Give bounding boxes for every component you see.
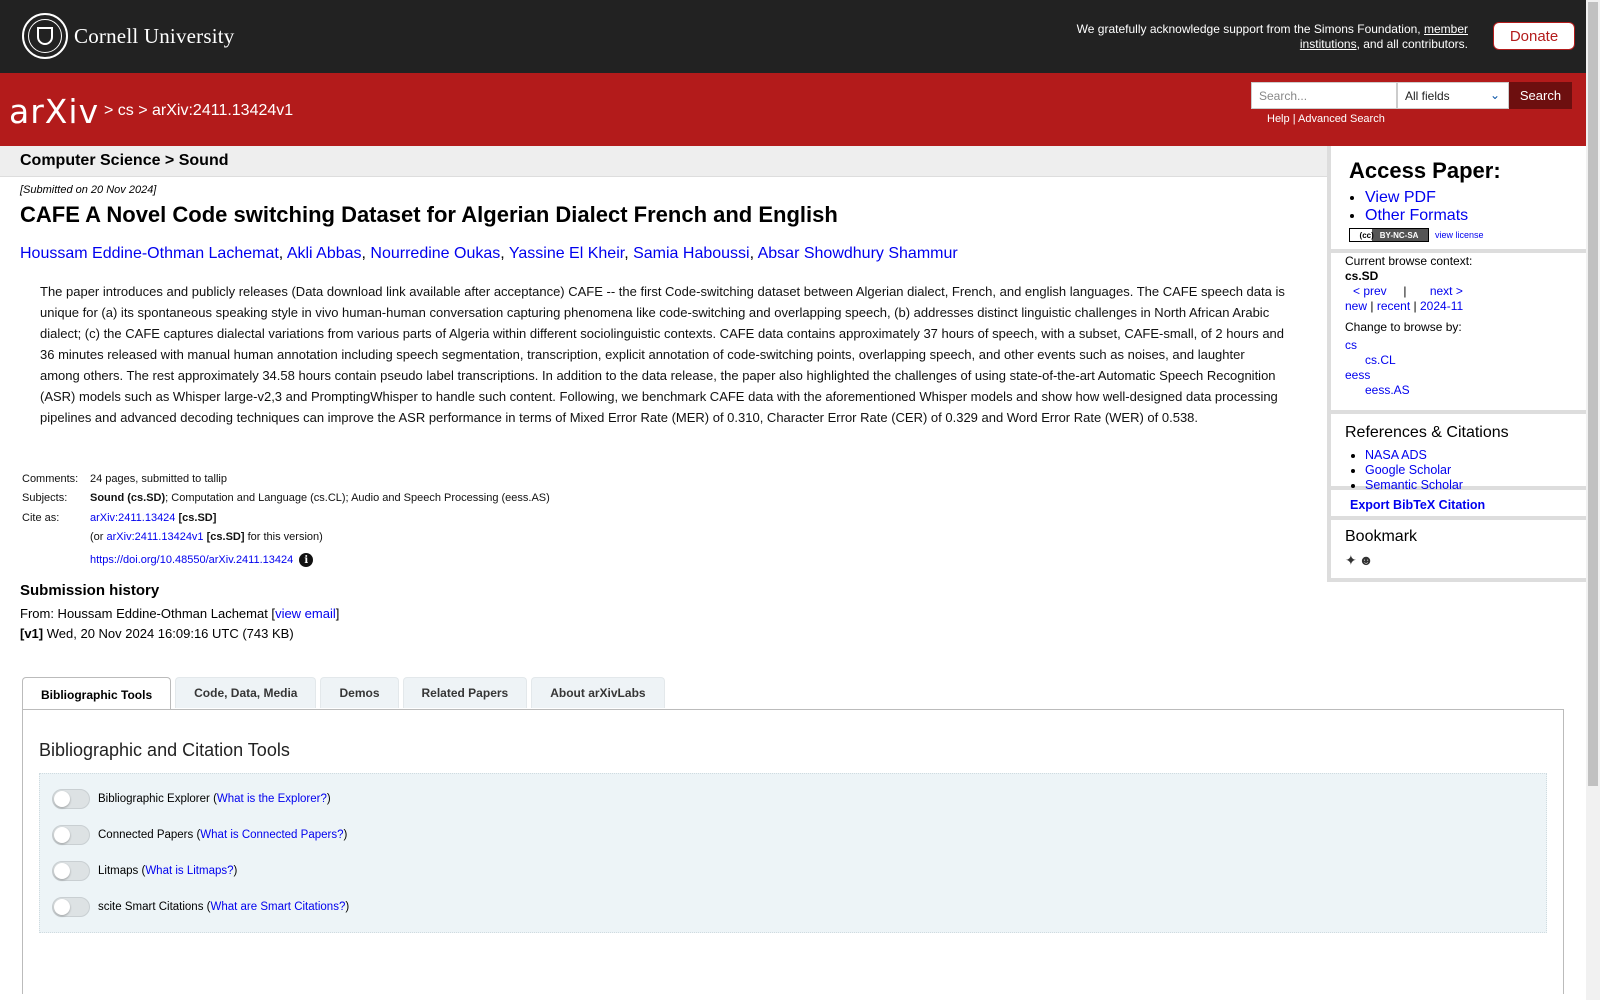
author-link[interactable]: Yassine El Kheir: [509, 245, 624, 262]
version-entry: [v1] Wed, 20 Nov 2024 16:09:16 UTC (743 …: [20, 626, 294, 641]
scrollbar[interactable]: [1586, 0, 1600, 1000]
tab-code-data-media[interactable]: Code, Data, Media: [175, 677, 317, 708]
license: (cc) BY-NC-SA view license: [1349, 228, 1484, 242]
reddit-icon[interactable]: ☻: [1359, 552, 1374, 569]
version-link[interactable]: arXiv:2411.13424v1: [107, 531, 204, 543]
tools-list: Bibliographic Explorer (What is the Expl…: [39, 773, 1547, 933]
panel-title: Bibliographic and Citation Tools: [39, 740, 290, 760]
subjects-label: Subjects:: [22, 492, 68, 505]
next-link[interactable]: next >: [1430, 284, 1463, 298]
litmaps-toggle[interactable]: [52, 861, 90, 881]
labs-tabs: Bibliographic Tools Code, Data, Media De…: [22, 677, 665, 710]
list-item: Bibliographic Explorer (What is the Expl…: [52, 788, 331, 810]
search-input[interactable]: Search...: [1251, 82, 1397, 109]
abstract: The paper introduces and publicly releas…: [40, 284, 1285, 425]
list-item: scite Smart Citations (What are Smart Ci…: [52, 896, 349, 918]
scite-toggle[interactable]: [52, 897, 90, 917]
recent-link[interactable]: recent: [1377, 299, 1410, 313]
cite-label: Cite as:: [22, 511, 60, 524]
browse-eess-link[interactable]: eess: [1345, 368, 1370, 382]
help-link[interactable]: What is Litmaps?: [145, 865, 233, 877]
author-link[interactable]: Samia Haboussi: [633, 245, 750, 262]
browse-eessas-link[interactable]: eess.AS: [1365, 383, 1410, 397]
support-text: We gratefully acknowledge support from t…: [1076, 22, 1468, 51]
authors: Houssam Eddine-Othman Lachemat, Akli Abb…: [20, 245, 958, 262]
new-link[interactable]: new: [1345, 299, 1367, 313]
author-link[interactable]: Nourredine Oukas: [370, 245, 500, 262]
google-scholar-link[interactable]: Google Scholar: [1365, 463, 1451, 477]
info-icon[interactable]: i: [299, 553, 314, 568]
search-button[interactable]: Search: [1509, 82, 1572, 109]
browse-cscl-link[interactable]: cs.CL: [1365, 353, 1396, 367]
bookmark-title: Bookmark: [1345, 528, 1418, 545]
tab-panel: Bibliographic and Citation Tools Bibliog…: [22, 709, 1564, 994]
subject-header: Computer Science > Sound: [0, 146, 1327, 177]
nasa-ads-link[interactable]: NASA ADS: [1365, 448, 1427, 462]
tab-about-arxivlabs[interactable]: About arXivLabs: [531, 677, 665, 708]
author-link[interactable]: Akli Abbas: [287, 245, 362, 262]
scrollbar-thumb[interactable]: [1588, 2, 1598, 786]
connected-papers-toggle[interactable]: [52, 825, 90, 845]
author-link[interactable]: Absar Showdhury Shammur: [758, 245, 958, 262]
references-block: References & Citations NASA ADS Google S…: [1331, 414, 1590, 492]
help-link[interactable]: What are Smart Citations?: [210, 901, 345, 913]
cornell-header: Cornell University We gratefully acknowl…: [0, 0, 1586, 73]
bibliographic-explorer-toggle[interactable]: [52, 789, 90, 809]
metadata-table: Comments: 24 pages, submitted to tallip …: [22, 473, 550, 568]
submitted-from: From: Houssam Eddine-Othman Lachemat [vi…: [20, 606, 340, 621]
help-link[interactable]: What is the Explorer?: [217, 793, 327, 805]
bookmark-block: Bookmark ✦ ☻: [1331, 520, 1590, 582]
tab-demos[interactable]: Demos: [320, 677, 399, 708]
arxiv-header: arXiv > cs > arXiv:2411.13424v1 Search..…: [0, 73, 1586, 146]
access-paper-block: Access Paper: View PDF Other Formats (cc…: [1331, 146, 1590, 253]
field-select[interactable]: All fields ⌄: [1397, 82, 1509, 109]
bibsonomy-icon[interactable]: ✦: [1345, 552, 1357, 569]
chevron-down-icon: ⌄: [1489, 88, 1500, 102]
view-pdf-link[interactable]: View PDF: [1365, 189, 1436, 206]
other-formats-link[interactable]: Other Formats: [1365, 207, 1468, 224]
tab-related-papers[interactable]: Related Papers: [402, 677, 528, 708]
breadcrumb-cs[interactable]: > cs >: [104, 102, 148, 119]
browse-context: Current browse context: cs.SD < prev | n…: [1345, 254, 1473, 397]
sidebar: Access Paper: View PDF Other Formats (cc…: [1327, 146, 1590, 582]
browse-cs-link[interactable]: cs: [1345, 338, 1357, 352]
cornell-logo[interactable]: Cornell University: [22, 13, 235, 59]
cornell-seal-icon: [22, 13, 68, 59]
bibtex-block: Export BibTeX Citation: [1331, 490, 1590, 520]
view-email-link[interactable]: view email: [275, 606, 336, 621]
export-bibtex-link[interactable]: Export BibTeX Citation: [1350, 498, 1485, 512]
comments-value: 24 pages, submitted to tallip: [90, 473, 227, 485]
submission-date: [Submitted on 20 Nov 2024]: [20, 184, 157, 196]
cornell-name: Cornell University: [74, 23, 235, 48]
list-item: Litmaps (What is Litmaps?): [52, 860, 237, 882]
breadcrumb: > cs > arXiv:2411.13424v1: [104, 102, 293, 120]
advanced-search-link[interactable]: Advanced Search: [1298, 113, 1385, 125]
breadcrumb-id: arXiv:2411.13424v1: [152, 102, 294, 119]
help-link[interactable]: Help: [1267, 113, 1290, 125]
author-link[interactable]: Houssam Eddine-Othman Lachemat: [20, 245, 279, 262]
help-link[interactable]: What is Connected Papers?: [200, 829, 343, 841]
cite-link[interactable]: arXiv:2411.13424: [90, 512, 175, 524]
doi-link[interactable]: https://doi.org/10.48550/arXiv.2411.1342…: [90, 554, 293, 566]
month-link[interactable]: 2024-11: [1420, 299, 1463, 313]
view-license-link[interactable]: view license: [1435, 230, 1484, 240]
help-links: Help | Advanced Search: [1267, 113, 1385, 125]
donate-button[interactable]: Donate: [1493, 22, 1575, 50]
subjects-value: Sound (cs.SD); Computation and Language …: [90, 492, 550, 505]
paper-title: CAFE A Novel Code switching Dataset for …: [20, 202, 838, 227]
prev-link[interactable]: < prev: [1353, 284, 1387, 298]
list-item: Connected Papers (What is Connected Pape…: [52, 824, 347, 846]
tab-bibliographic-tools[interactable]: Bibliographic Tools: [22, 677, 172, 710]
comments-label: Comments:: [22, 473, 79, 485]
cc-license-icon[interactable]: (cc) BY-NC-SA: [1349, 228, 1429, 242]
refs-title: References & Citations: [1345, 424, 1509, 441]
arxiv-logo[interactable]: arXiv: [9, 92, 99, 131]
submission-history-title: Submission history: [20, 582, 160, 599]
access-title: Access Paper:: [1349, 158, 1501, 183]
